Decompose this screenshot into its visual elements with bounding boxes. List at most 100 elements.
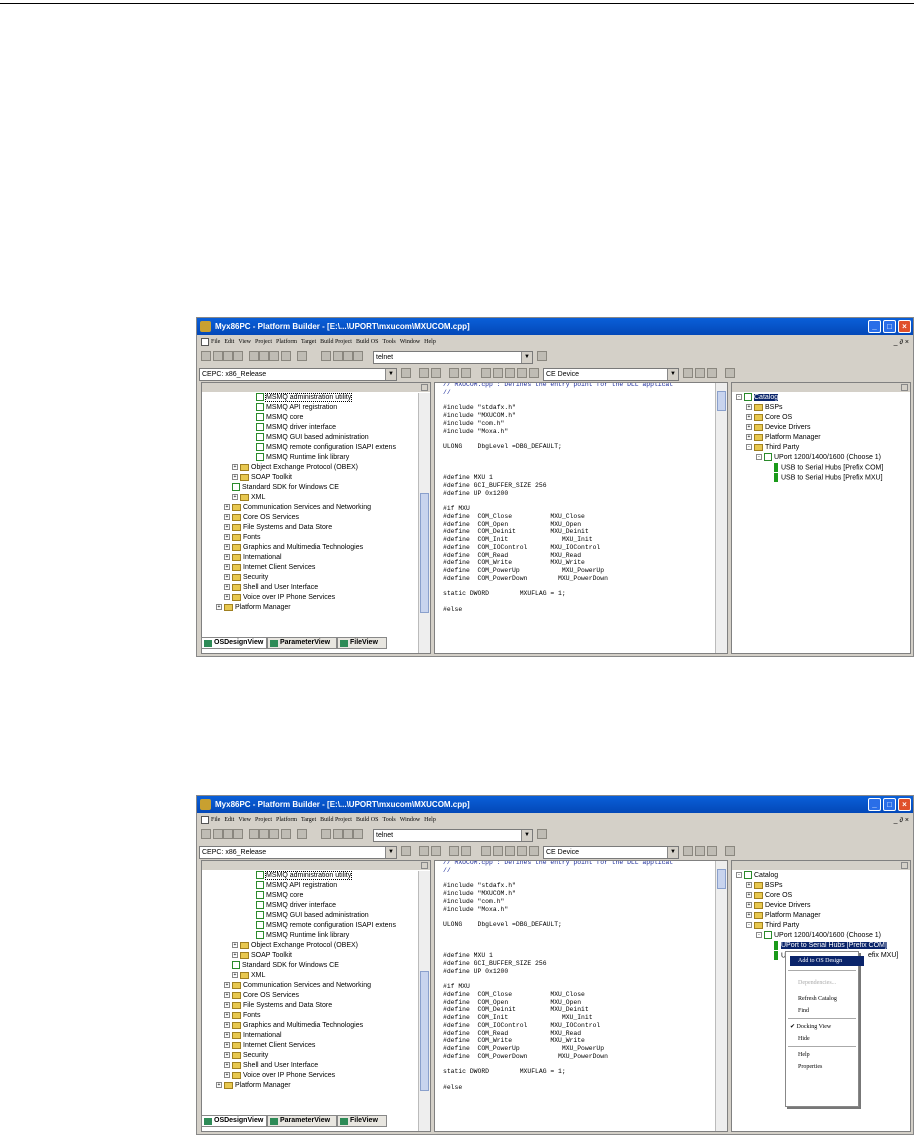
tree-node[interactable]: Standard SDK for Windows CE (232, 483, 339, 493)
toolbar-button[interactable] (449, 846, 459, 856)
menu-item[interactable]: View (238, 817, 251, 823)
tree-node[interactable]: + Graphics and Multimedia Technologies (224, 543, 363, 553)
menu-item[interactable]: Edit (224, 817, 234, 823)
expand-icon[interactable]: + (224, 1042, 230, 1049)
toolbar-button[interactable] (517, 368, 527, 378)
expand-icon[interactable]: + (224, 992, 230, 999)
tree-node[interactable]: + Security (224, 573, 268, 583)
toolbar-button[interactable] (321, 351, 331, 361)
tree-node[interactable]: MSMQ API registration (256, 881, 337, 891)
tree-node[interactable]: + Fonts (224, 533, 261, 543)
tab-fileview[interactable]: FileView (337, 1115, 387, 1127)
expand-icon[interactable]: + (224, 1062, 230, 1069)
tree-node[interactable]: - UPort 1200/1400/1600 (Choose 1) (756, 931, 881, 941)
dropdown-arrow-icon[interactable]: ▼ (667, 369, 678, 380)
dropdown-arrow-icon[interactable]: ▼ (385, 369, 396, 380)
menu-item[interactable]: Tools (382, 817, 395, 823)
context-menu-item[interactable]: Dependencies... (790, 978, 864, 988)
toolbar-button[interactable] (213, 351, 223, 361)
toolbar-button[interactable] (683, 368, 693, 378)
expand-icon[interactable]: + (232, 942, 238, 949)
tree-node[interactable]: + BSPs (746, 403, 783, 413)
toolbar-button[interactable] (249, 351, 259, 361)
expand-icon[interactable]: + (224, 1012, 230, 1019)
context-menu-item[interactable]: Properties (790, 1062, 864, 1072)
minimize-button[interactable]: _ (868, 320, 881, 333)
toolbar-button[interactable] (213, 829, 223, 839)
toolbar-button[interactable] (281, 829, 291, 839)
find-combo[interactable]: telnet ▼ (373, 351, 533, 364)
toolbar-button[interactable] (233, 351, 243, 361)
menu-item[interactable]: Build Project (320, 817, 352, 823)
pane-close-icon[interactable] (901, 862, 908, 869)
tree-node[interactable]: + SOAP Toolkit (232, 951, 292, 961)
expand-icon[interactable]: - (736, 872, 742, 879)
expand-icon[interactable]: + (216, 604, 222, 611)
tree-node[interactable]: - Third Party (746, 443, 799, 453)
tree-node[interactable]: USB to Serial Hubs [Prefix MXU] (774, 473, 883, 483)
code-editor[interactable]: // MXUCOM.cpp : Defines the entry point … (434, 860, 728, 1132)
code-editor[interactable]: // MXUCOM.cpp : Defines the entry point … (434, 382, 728, 654)
tree-node[interactable]: + Platform Manager (216, 1081, 291, 1091)
tree-node[interactable]: MSMQ GUI based administration (256, 433, 369, 443)
toolbar-button[interactable] (707, 368, 717, 378)
close-button[interactable]: × (898, 798, 911, 811)
menu-item[interactable]: Target (301, 817, 316, 823)
tree-node[interactable]: MSMQ API registration (256, 403, 337, 413)
tree-node[interactable]: MSMQ remote configuration ISAPI extens (256, 921, 396, 931)
expand-icon[interactable]: + (224, 982, 230, 989)
toolbar-button[interactable] (481, 846, 491, 856)
tab-parameterview[interactable]: ParameterView (267, 637, 337, 649)
tree-node[interactable]: - Catalog (736, 393, 779, 403)
expand-icon[interactable]: - (736, 394, 742, 401)
toolbar-button[interactable] (695, 846, 705, 856)
menu-item[interactable]: Help (424, 339, 436, 345)
expand-icon[interactable]: + (224, 1032, 230, 1039)
tree-node[interactable]: + Communication Services and Networking (224, 503, 371, 513)
tree-node[interactable]: + Platform Manager (746, 433, 821, 443)
expand-icon[interactable]: + (232, 494, 238, 501)
tree-node[interactable]: MSMQ GUI based administration (256, 911, 369, 921)
toolbar-button[interactable] (333, 351, 343, 361)
tree-node[interactable]: + Platform Manager (216, 603, 291, 613)
tree-node[interactable]: + File Systems and Data Store (224, 523, 332, 533)
expand-icon[interactable]: + (232, 972, 238, 979)
menu-item[interactable]: File (211, 817, 220, 823)
toolbar-button[interactable] (449, 368, 459, 378)
maximize-button[interactable]: □ (883, 798, 896, 811)
toolbar-button[interactable] (431, 846, 441, 856)
configuration-combo[interactable]: CEPC: x86_Release ▼ (199, 368, 397, 381)
toolbar-button[interactable] (281, 351, 291, 361)
toolbar-button[interactable] (493, 368, 503, 378)
expand-icon[interactable]: + (224, 1072, 230, 1079)
dropdown-arrow-icon[interactable]: ▼ (521, 830, 532, 841)
tree-node[interactable]: + Object Exchange Protocol (OBEX) (232, 463, 358, 473)
toolbar-button[interactable] (223, 351, 233, 361)
toolbar-button[interactable] (725, 368, 735, 378)
toolbar-button[interactable] (321, 829, 331, 839)
tree-node[interactable]: + Core OS Services (224, 513, 299, 523)
tree-node[interactable]: + BSPs (746, 881, 783, 891)
context-menu-item[interactable]: ✔ Docking View (790, 1022, 856, 1032)
expand-icon[interactable]: + (746, 414, 752, 421)
menu-item[interactable]: Platform (276, 339, 297, 345)
expand-icon[interactable]: + (216, 1082, 222, 1089)
tree-node[interactable]: + XML (232, 971, 265, 981)
toolbar-button[interactable] (461, 368, 471, 378)
tree-node[interactable]: + International (224, 553, 282, 563)
toolbar-button[interactable] (353, 829, 363, 839)
tree-node[interactable]: USB to Serial Hubs [Prefix COM] (774, 463, 883, 473)
expand-icon[interactable]: + (746, 882, 752, 889)
tree-node[interactable]: MSMQ driver interface (256, 423, 336, 433)
tree-node[interactable]: + Object Exchange Protocol (OBEX) (232, 941, 358, 951)
tree-node[interactable]: MSMQ administration utility (256, 871, 353, 881)
tree-node[interactable]: + Fonts (224, 1011, 261, 1021)
tree-node[interactable]: + SOAP Toolkit (232, 473, 292, 483)
expand-icon[interactable]: + (746, 404, 752, 411)
tree-node[interactable]: MSMQ administration utility (256, 393, 353, 403)
configuration-combo[interactable]: CEPC: x86_Release ▼ (199, 846, 397, 859)
menu-item[interactable]: Build OS (356, 817, 379, 823)
toolbar-button[interactable] (353, 351, 363, 361)
scrollbar-thumb[interactable] (717, 391, 726, 411)
tree-node[interactable]: + International (224, 1031, 282, 1041)
